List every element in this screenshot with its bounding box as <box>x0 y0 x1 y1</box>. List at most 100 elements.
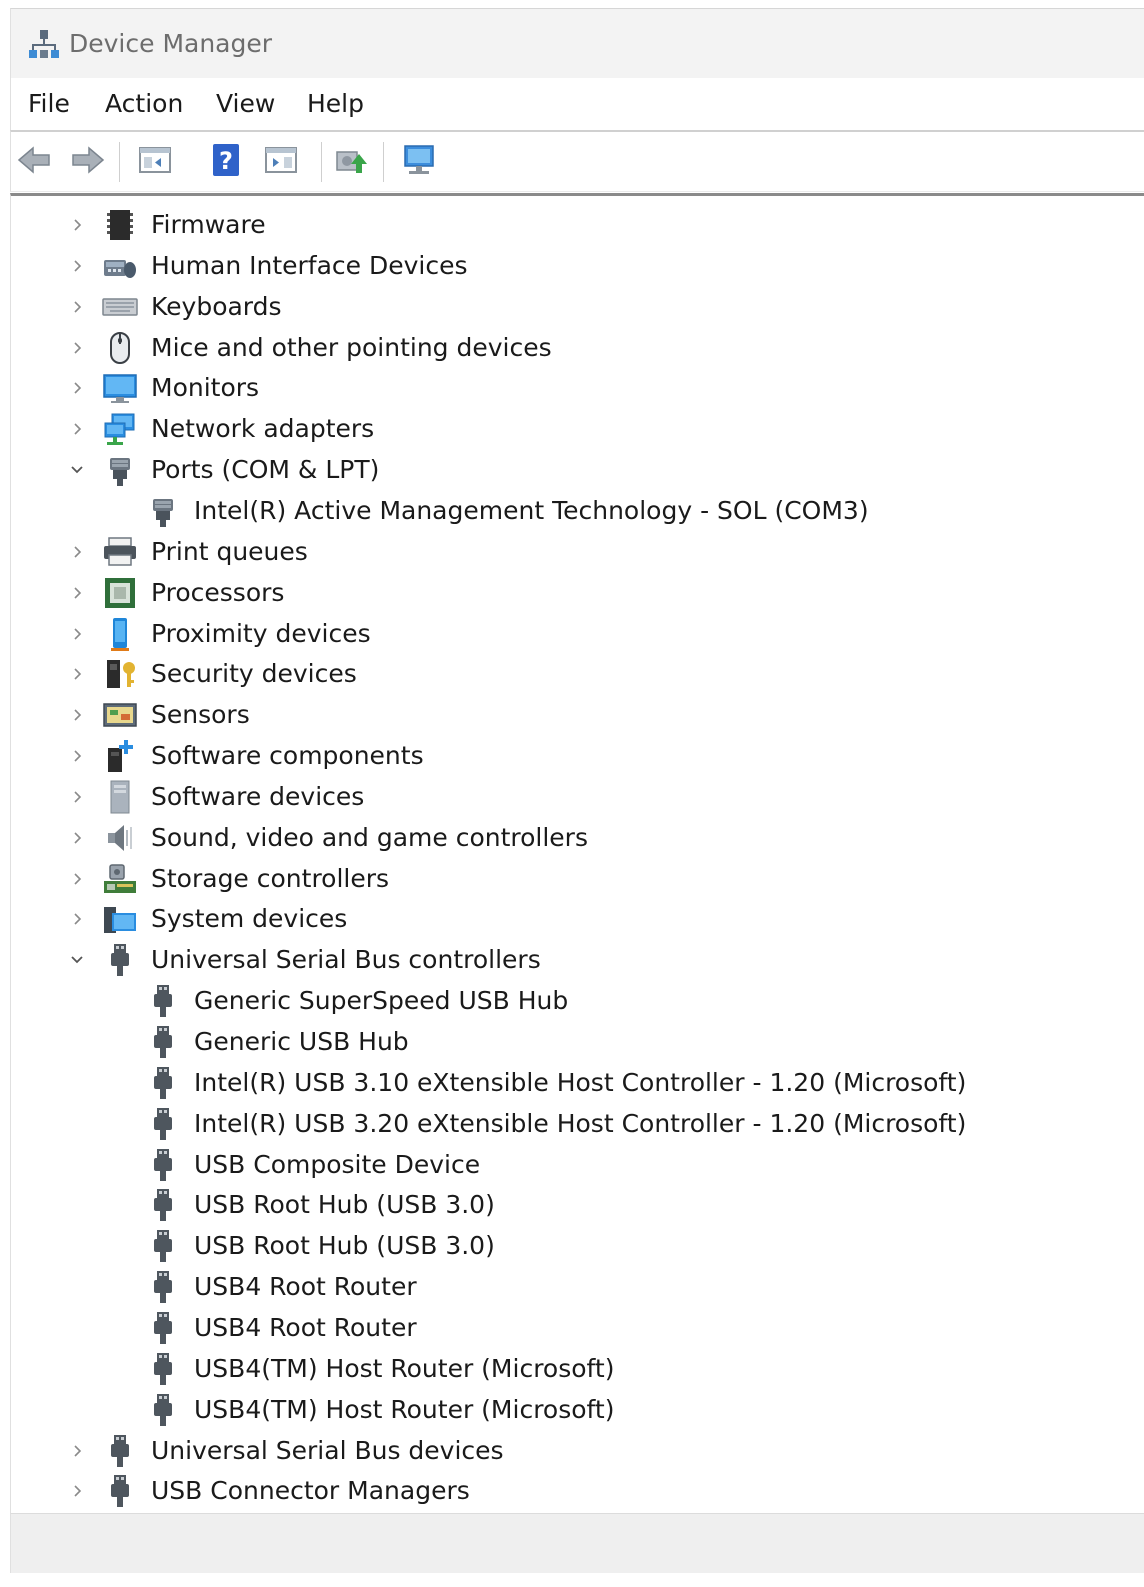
title-bar: Device Manager <box>10 8 1144 78</box>
menu-view[interactable]: View <box>216 88 275 120</box>
toolbar: ? <box>10 130 1144 192</box>
menu-action[interactable]: Action <box>105 88 183 120</box>
chevron-right-icon[interactable] <box>66 255 88 277</box>
tree-item-label: Print queues <box>151 536 308 566</box>
chevron-right-icon[interactable] <box>66 868 88 890</box>
tree-item-label: USB Composite Device <box>194 1149 481 1179</box>
tree-device-row[interactable]: Intel(R) USB 3.10 eXtensible Host Contro… <box>11 1063 1131 1103</box>
tree-device-row[interactable]: Intel(R) USB 3.20 eXtensible Host Contro… <box>11 1104 1131 1144</box>
tree-item-label: Software components <box>151 741 424 771</box>
tree-category-row[interactable]: Network adapters <box>11 409 1131 449</box>
tree-category-row[interactable]: Sensors <box>11 695 1131 735</box>
tree-category-row[interactable]: Storage controllers <box>11 859 1131 899</box>
system-folder-icon <box>104 907 136 934</box>
tree-item-label: USB4 Root Router <box>194 1312 417 1342</box>
chevron-right-icon[interactable] <box>66 541 88 563</box>
usb-plug-icon <box>154 1271 172 1304</box>
chevron-right-icon[interactable] <box>66 908 88 930</box>
device-tree: Firmware Human Interface Devices Keyboards… <box>10 193 1144 1513</box>
firmware-chip-icon <box>107 210 133 240</box>
chevron-right-icon[interactable] <box>66 704 88 726</box>
tree-item-label: Universal Serial Bus controllers <box>151 945 541 975</box>
tree-device-row[interactable]: USB Composite Device <box>11 1145 1131 1185</box>
tree-item-label: USB Root Hub (USB 3.0) <box>194 1190 495 1220</box>
tree-category-row[interactable]: USB Connector Managers <box>11 1471 1131 1511</box>
tree-category-row[interactable]: Processors <box>11 573 1131 613</box>
chevron-right-icon[interactable] <box>66 745 88 767</box>
tree-item-label: Firmware <box>151 210 266 239</box>
tree-device-row[interactable]: USB Root Hub (USB 3.0) <box>11 1226 1131 1266</box>
tree-item-label: Human Interface Devices <box>151 250 468 280</box>
tree-category-row[interactable]: Firmware <box>11 205 1131 245</box>
tree-item-label: USB4 Root Router <box>194 1272 417 1302</box>
tree-item-label: Processors <box>151 577 285 607</box>
tree-device-row[interactable]: USB4(TM) Host Router (Microsoft) <box>11 1349 1131 1389</box>
tree-category-row[interactable]: Monitors <box>11 368 1131 408</box>
device-manager-icon <box>29 30 59 58</box>
forward-arrow-icon[interactable] <box>67 140 107 180</box>
speaker-icon <box>108 824 132 851</box>
chevron-right-icon[interactable] <box>66 1480 88 1502</box>
tree-item-label: Network adapters <box>151 414 375 444</box>
tree-category-row[interactable]: Software devices <box>11 777 1131 817</box>
chevron-down-icon[interactable] <box>66 949 88 971</box>
menu-help[interactable]: Help <box>307 88 364 120</box>
usb-plug-icon <box>111 944 129 977</box>
tree-item-label: Keyboards <box>151 291 282 321</box>
tree-category-row[interactable]: Ports (COM & LPT) <box>11 450 1131 490</box>
security-key-icon <box>107 660 135 689</box>
tree-item-label: System devices <box>151 904 348 934</box>
chevron-right-icon[interactable] <box>66 377 88 399</box>
tree-category-row[interactable]: Security devices <box>11 654 1131 694</box>
tree-category-row[interactable]: Proximity devices <box>11 614 1131 654</box>
chevron-right-icon[interactable] <box>66 214 88 236</box>
tree-category-row[interactable]: Mice and other pointing devices <box>11 328 1131 368</box>
tree-item-label: Intel(R) USB 3.20 eXtensible Host Contro… <box>194 1108 967 1138</box>
network-adapter-icon <box>104 413 135 446</box>
tree-category-row[interactable]: Human Interface Devices <box>11 246 1131 286</box>
tree-category-row[interactable]: Universal Serial Bus controllers <box>11 940 1131 980</box>
tree-item-label: Storage controllers <box>151 863 390 893</box>
tree-device-row[interactable]: Intel(R) Active Management Technology - … <box>11 491 1131 531</box>
usb-plug-icon <box>154 1107 172 1140</box>
tree-category-row[interactable]: System devices <box>11 899 1131 939</box>
menu-file[interactable]: File <box>28 88 70 120</box>
tree-device-row[interactable]: USB4(TM) Host Router (Microsoft) <box>11 1390 1131 1430</box>
tree-item-label: Sensors <box>151 700 250 730</box>
tree-category-row[interactable]: Print queues <box>11 532 1131 572</box>
tree-device-row[interactable]: USB Root Hub (USB 3.0) <box>11 1185 1131 1225</box>
tree-category-row[interactable]: Keyboards <box>11 287 1131 327</box>
tree-item-label: USB4(TM) Host Router (Microsoft) <box>194 1353 615 1383</box>
chevron-right-icon[interactable] <box>66 582 88 604</box>
update-driver-icon[interactable] <box>331 140 371 180</box>
hid-icon <box>104 259 136 278</box>
menu-bar: File Action View Help <box>10 78 1144 130</box>
chevron-right-icon[interactable] <box>66 786 88 808</box>
sensor-icon <box>103 703 137 727</box>
chevron-right-icon[interactable] <box>66 623 88 645</box>
tree-device-row[interactable]: Generic SuperSpeed USB Hub <box>11 981 1131 1021</box>
chevron-down-icon[interactable] <box>66 459 88 481</box>
tree-device-row[interactable]: USB4 Root Router <box>11 1308 1131 1348</box>
tree-item-label: Proximity devices <box>151 618 371 648</box>
tree-category-row[interactable]: Sound, video and game controllers <box>11 818 1131 858</box>
chevron-right-icon[interactable] <box>66 1440 88 1462</box>
show-hide-action-pane-icon[interactable] <box>261 140 301 180</box>
back-arrow-icon[interactable] <box>15 140 55 180</box>
tree-device-row[interactable]: Generic USB Hub <box>11 1022 1131 1062</box>
usb-plug-icon <box>154 1230 172 1263</box>
chevron-right-icon[interactable] <box>66 418 88 440</box>
chevron-right-icon[interactable] <box>66 663 88 685</box>
scan-hardware-changes-icon[interactable] <box>399 140 439 180</box>
chevron-right-icon[interactable] <box>66 296 88 318</box>
tree-category-row[interactable]: Universal Serial Bus devices <box>11 1431 1131 1471</box>
tree-category-row[interactable]: Software components <box>11 736 1131 776</box>
usb-plug-icon <box>154 1026 172 1058</box>
chevron-right-icon[interactable] <box>66 827 88 849</box>
show-hide-console-tree-icon[interactable] <box>135 140 175 180</box>
tree-device-row[interactable]: USB4 Root Router <box>11 1267 1131 1307</box>
chevron-right-icon[interactable] <box>66 337 88 359</box>
mouse-icon <box>110 331 130 364</box>
proximity-device-icon <box>111 617 129 651</box>
help-icon[interactable]: ? <box>207 140 247 180</box>
